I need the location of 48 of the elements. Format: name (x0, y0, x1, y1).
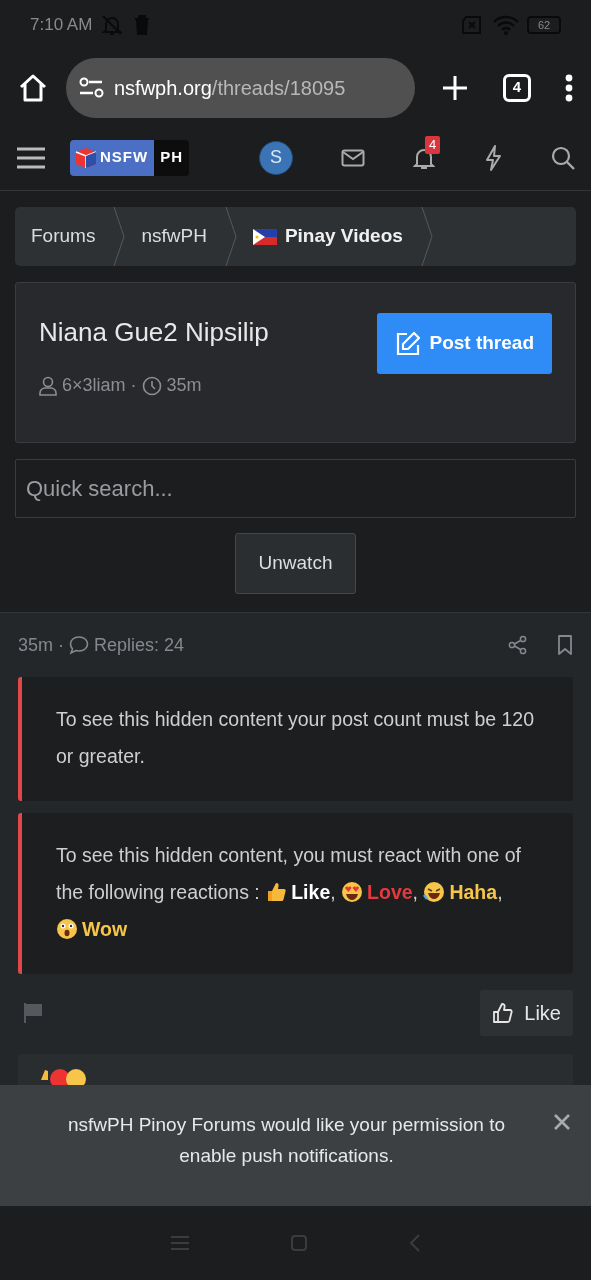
hidden-content-notice: To see this hidden content your post count must be 120 or greater. (18, 677, 573, 801)
edit-icon (395, 330, 422, 357)
user-icon (39, 375, 57, 396)
replies-count: Replies: 24 (94, 633, 185, 657)
search-icon[interactable] (551, 145, 575, 170)
plus-icon[interactable] (441, 73, 469, 102)
notification-text: nsfwPH Pinoy Forums would like your permission to enable push notifications. (66, 1113, 507, 1168)
alert-count-badge: 4 (425, 135, 441, 154)
thumbs-up-emoji-icon (265, 881, 288, 903)
surprised-emoji-icon (56, 918, 78, 940)
chevron-divider-icon (420, 207, 433, 266)
tab-count[interactable]: 4 (503, 73, 531, 102)
thread-author[interactable]: 6×3liam (62, 372, 126, 399)
thread-title: Niana Gue2 Nipsilip (39, 316, 269, 349)
clock-icon (141, 375, 162, 396)
like-button[interactable]: Like (480, 990, 573, 1036)
site-settings-icon (78, 76, 104, 99)
chevron-divider-icon (113, 207, 126, 266)
url-text: nsfwph.org/threads/18095 (114, 75, 346, 101)
address-bar[interactable]: nsfwph.org/threads/18095 (66, 57, 415, 118)
menu-icon[interactable] (16, 145, 46, 170)
unwatch-button[interactable]: Unwatch (235, 533, 356, 594)
mail-icon[interactable] (341, 148, 365, 167)
share-icon[interactable] (508, 635, 528, 655)
avatar[interactable]: S (259, 140, 293, 175)
thumbs-up-icon (492, 1002, 515, 1024)
laughing-emoji-icon (423, 881, 446, 903)
home-icon[interactable] (18, 72, 48, 103)
flag-icon (252, 228, 277, 245)
more-icon[interactable] (565, 73, 573, 102)
cube-icon (75, 146, 97, 169)
meta-separator: · (58, 633, 64, 657)
breadcrumb-link[interactable]: nsfwPH (125, 207, 225, 266)
lightning-icon[interactable] (483, 144, 503, 171)
post-age: 35m (18, 633, 53, 657)
heart-eyes-emoji-icon (341, 881, 364, 903)
status-time: 7:10 AM (30, 14, 93, 37)
breadcrumb-link[interactable]: Pinay Videos (236, 207, 421, 266)
chevron-divider-icon (224, 207, 237, 266)
search-field[interactable]: Quick search... (15, 459, 576, 518)
bookmark-icon[interactable] (557, 635, 573, 655)
battery-indicator: 62 (527, 16, 561, 34)
meta-separator: · (130, 374, 137, 397)
breadcrumb-link[interactable]: Forums (15, 207, 114, 266)
thread-age: 35m (166, 374, 202, 397)
comment-icon (69, 635, 89, 655)
hidden-content-notice: To see this hidden content, you must react with one of the following reactions : Like, Love, Haha, Wow (18, 813, 573, 974)
close-icon[interactable] (553, 1113, 571, 1131)
